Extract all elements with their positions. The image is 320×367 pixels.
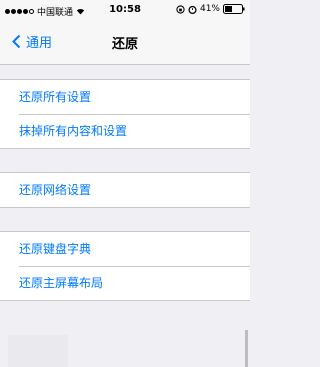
reset-keyboard-dictionary[interactable]: 还原键盘字典	[0, 232, 250, 266]
alarm-icon	[188, 5, 197, 14]
reset-network-settings[interactable]: 还原网络设置	[0, 173, 250, 207]
rotation-lock-icon	[176, 4, 185, 14]
erase-all-content-and-settings[interactable]: 抹掉所有内容和设置	[0, 114, 250, 148]
scroll-indicator	[245, 330, 248, 367]
reset-group-2: 还原网络设置	[0, 172, 250, 208]
reset-all-settings[interactable]: 还原所有设置	[0, 80, 250, 114]
battery-percent: 41%	[199, 4, 220, 14]
bottom-block	[8, 335, 68, 367]
status-right: 41%	[176, 4, 245, 14]
battery-icon	[223, 4, 245, 14]
navigation-bar: 通用 还原	[0, 20, 250, 65]
reset-home-screen-layout[interactable]: 还原主屏幕布局	[0, 266, 250, 300]
status-bar: 中国联通 10:58 41%	[0, 0, 250, 20]
page-title: 还原	[111, 37, 138, 52]
reset-group-1: 还原所有设置 抹掉所有内容和设置	[0, 79, 250, 149]
reset-group-3: 还原键盘字典 还原主屏幕布局	[0, 231, 250, 301]
